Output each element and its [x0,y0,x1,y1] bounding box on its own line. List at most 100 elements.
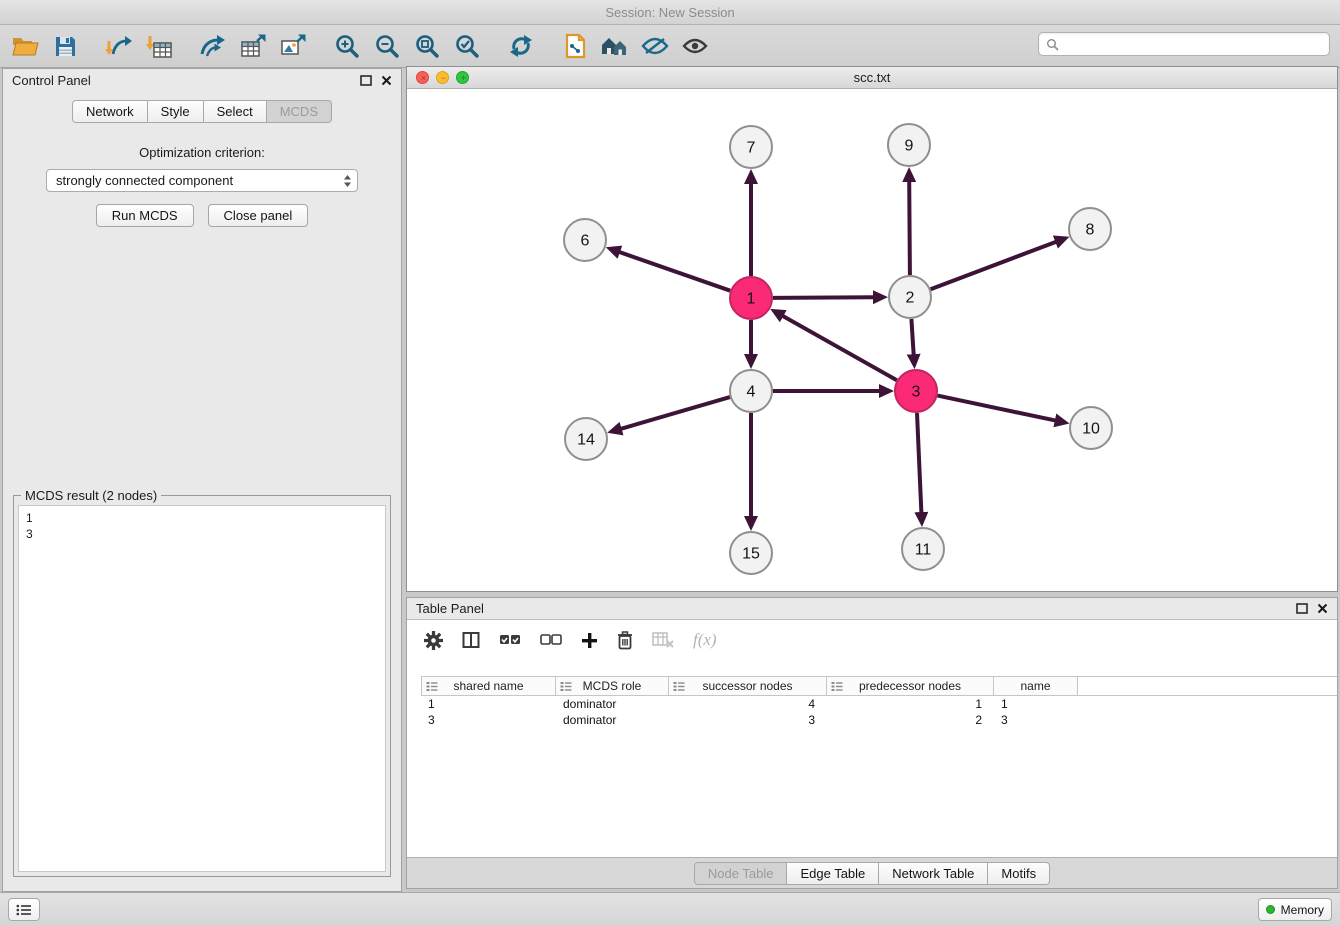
optimization-criterion-select[interactable]: strongly connected component [46,169,358,192]
graph-edge-1-2[interactable] [773,297,874,298]
tab-select[interactable]: Select [204,100,267,123]
select-all-icon [499,632,521,648]
close-panel-button[interactable] [381,75,392,86]
zoom-fit-icon [414,33,440,59]
column-header-name[interactable]: name [994,677,1078,695]
maximize-window-button[interactable] [456,71,469,84]
select-all-columns-button[interactable] [499,632,521,648]
cell-name[interactable]: 1 [994,697,1078,711]
new-table-button[interactable] [236,28,270,64]
graph-node-14[interactable]: 14 [565,418,607,460]
result-line: 1 [26,510,378,526]
graph-edge-2-9[interactable] [909,181,910,275]
show-columns-button[interactable] [462,631,480,649]
memory-button[interactable]: Memory [1258,898,1332,921]
column-header-successor-nodes[interactable]: successor nodes [669,677,827,695]
tab-network-table[interactable]: Network Table [879,862,988,885]
graph-node-9[interactable]: 9 [888,124,930,166]
tab-node-table[interactable]: Node Table [694,862,788,885]
minimize-window-button[interactable] [436,71,449,84]
table-toolbar: f(x) [407,620,1337,660]
close-icon [381,75,392,86]
graph-edge-3-11[interactable] [917,413,921,513]
image-export-icon [280,34,306,58]
import-network-icon [105,34,133,59]
zoom-in-button[interactable] [330,28,364,64]
network-canvas[interactable]: 1 2 3 4 6 7 8 9 10 11 14 15 [407,89,1337,591]
search-input[interactable] [1064,37,1322,51]
import-table-button[interactable] [142,28,176,64]
column-label: name [1020,679,1050,693]
cell-name[interactable]: 3 [994,713,1078,727]
tab-style[interactable]: Style [148,100,204,123]
delete-column-button[interactable] [617,631,633,650]
graph-edge-2-3[interactable] [911,319,913,355]
control-panel-header: Control Panel [3,69,401,91]
new-network-button[interactable] [196,28,230,64]
graph-edge-4-14[interactable] [621,397,730,429]
column-header-shared-name[interactable]: shared name [421,677,556,695]
cell-successor-nodes[interactable]: 3 [669,713,827,727]
cell-shared-name[interactable]: 1 [421,697,556,711]
mcds-result-text[interactable]: 1 3 [18,505,386,872]
home-button[interactable] [598,28,632,64]
graph-node-8[interactable]: 8 [1069,208,1111,250]
graph-node-15[interactable]: 15 [730,532,772,574]
graph-edge-1-6[interactable] [619,252,730,291]
tab-motifs[interactable]: Motifs [988,862,1050,885]
graph-node-4[interactable]: 4 [730,370,772,412]
toolbar-search-field[interactable] [1038,32,1330,56]
graph-node-1[interactable]: 1 [730,277,772,319]
delete-table-button[interactable] [652,632,674,648]
graph-node-7[interactable]: 7 [730,126,772,168]
tab-edge-table[interactable]: Edge Table [787,862,879,885]
annotations-button[interactable] [558,28,592,64]
column-header-predecessor-nodes[interactable]: predecessor nodes [827,677,994,695]
task-list-icon [16,904,32,916]
cell-mcds-role[interactable]: dominator [556,713,669,727]
column-header-mcds-role[interactable]: MCDS role [556,677,669,695]
cell-predecessor-nodes[interactable]: 2 [827,713,994,727]
tab-mcds[interactable]: MCDS [267,100,332,123]
table-settings-button[interactable] [424,631,443,650]
graph-node-3[interactable]: 3 [895,370,937,412]
function-builder-button[interactable]: f(x) [693,630,717,650]
deselect-all-columns-button[interactable] [540,632,562,648]
run-mcds-button[interactable]: Run MCDS [96,204,194,227]
graphics-details-button[interactable] [638,28,672,64]
graph-node-2[interactable]: 2 [889,276,931,318]
zoom-selected-icon [454,33,480,59]
zoom-in-icon [334,33,360,59]
export-image-button[interactable] [276,28,310,64]
close-window-button[interactable] [416,71,429,84]
graph-edge-2-8[interactable] [931,242,1057,290]
graph-edge-3-10[interactable] [938,396,1056,421]
close-panel-action-button[interactable]: Close panel [208,204,309,227]
cell-successor-nodes[interactable]: 4 [669,697,827,711]
cell-predecessor-nodes[interactable]: 1 [827,697,994,711]
import-network-button[interactable] [102,28,136,64]
zoom-out-button[interactable] [370,28,404,64]
task-history-button[interactable] [8,898,40,921]
close-table-panel-button[interactable] [1317,603,1328,614]
cell-mcds-role[interactable]: dominator [556,697,669,711]
table-row[interactable]: 3 dominator 3 2 3 [421,712,1337,728]
cell-shared-name[interactable]: 3 [421,713,556,727]
graph-node-11[interactable]: 11 [902,528,944,570]
table-row[interactable]: 1 dominator 4 1 1 [421,696,1337,712]
refresh-layout-button[interactable] [504,28,538,64]
graph-edge-3-1[interactable] [782,316,896,381]
bird-eye-view-button[interactable] [678,28,712,64]
open-session-button[interactable] [8,28,42,64]
add-column-button[interactable] [581,632,598,649]
zoom-selected-button[interactable] [450,28,484,64]
open-folder-icon [12,35,39,57]
graph-node-6[interactable]: 6 [564,219,606,261]
tab-network[interactable]: Network [72,100,148,123]
zoom-fit-button[interactable] [410,28,444,64]
float-panel-button[interactable] [360,75,372,86]
save-session-button[interactable] [48,28,82,64]
application-window: Session: New Session [0,0,1340,926]
float-table-panel-button[interactable] [1296,603,1308,614]
graph-node-10[interactable]: 10 [1070,407,1112,449]
